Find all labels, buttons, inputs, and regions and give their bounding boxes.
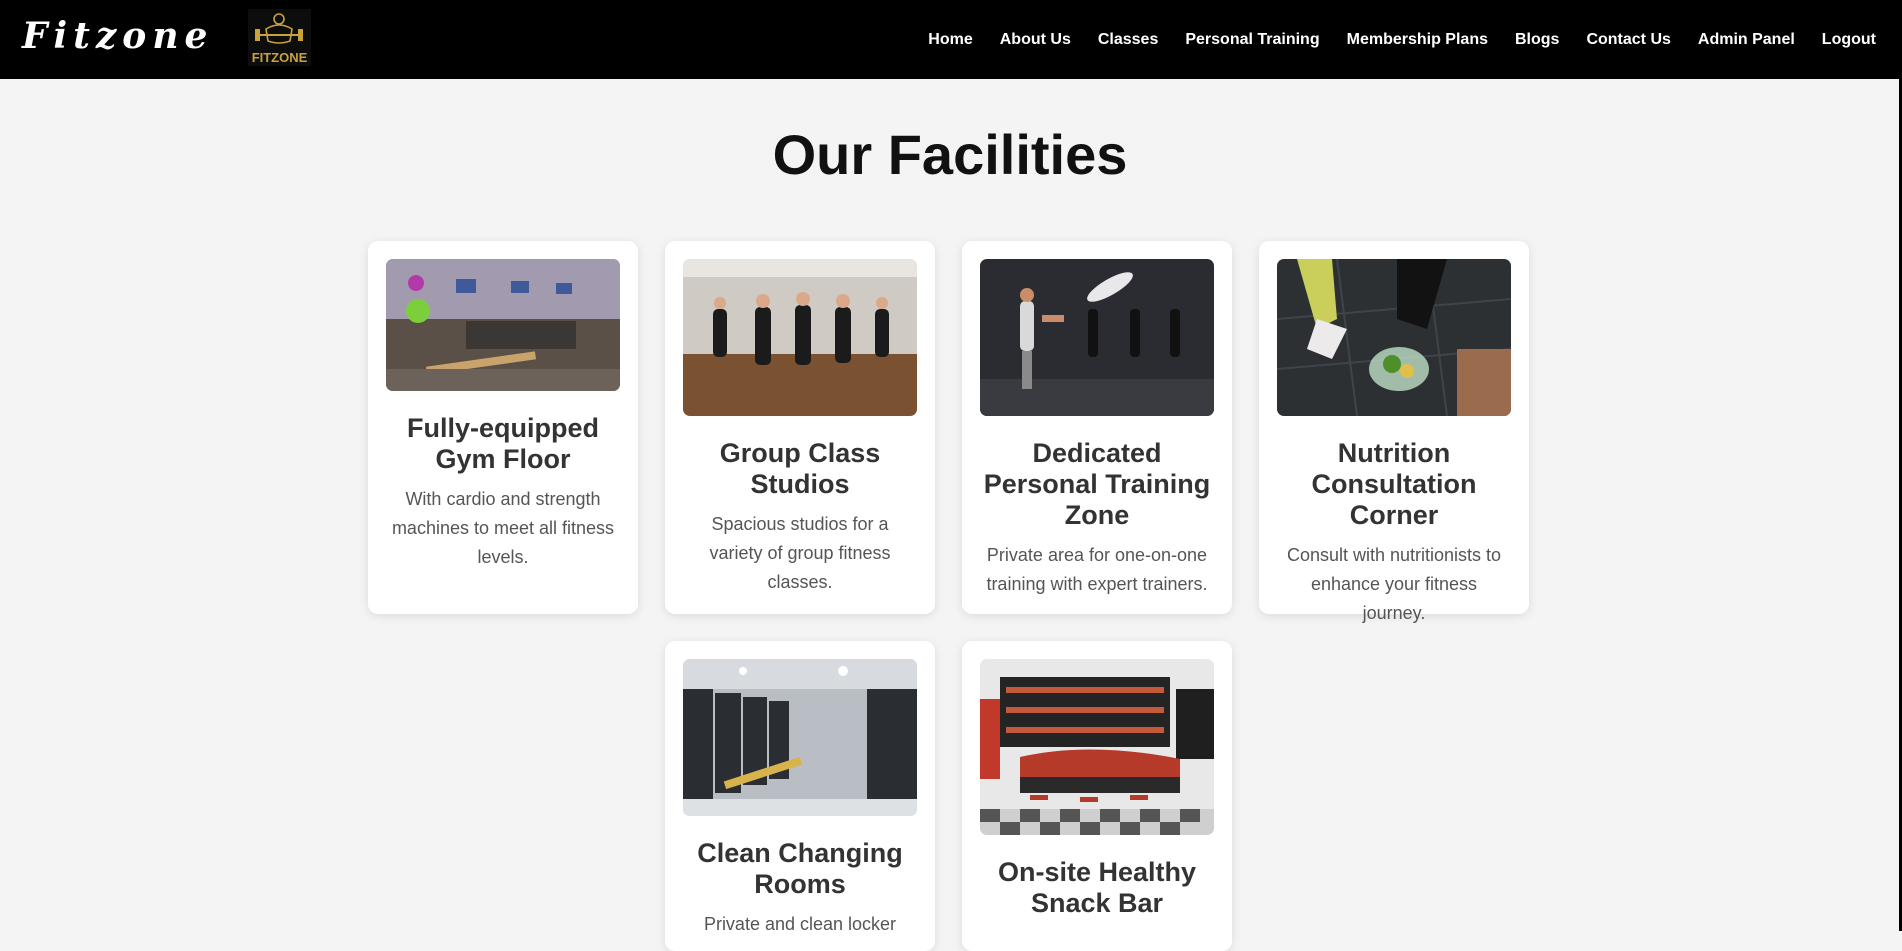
nav-logout[interactable]: Logout [1822,31,1876,49]
changing-rooms-image [683,659,917,816]
snack-bar-image [980,659,1214,835]
nav-admin-panel[interactable]: Admin Panel [1698,31,1795,49]
nutrition-image [1277,259,1511,416]
facility-title: Fully-equipped Gym Floor [407,413,599,474]
facility-desc: Private area for one-on-one training wit… [986,545,1208,594]
facility-title: Nutrition Consultation Corner [1311,438,1477,530]
logo-label: FITZONE [251,50,308,65]
facility-card-gym-floor: Fully-equipped Gym Floor With cardio and… [368,241,638,614]
personal-training-image [980,259,1214,416]
page-title: Our Facilities [772,123,1128,186]
brand-logo-text[interactable]: Fitzone [22,14,213,58]
facility-desc: With cardio and strength machines to mee… [391,489,615,567]
facility-desc: Private and clean locker [703,914,897,934]
navbar: Fitzone FITZONE Home About Us Classes Pe… [0,0,1902,79]
group-class-image [683,259,917,416]
nav-membership-plans[interactable]: Membership Plans [1347,31,1488,49]
facility-title: Dedicated Personal Training Zone [983,438,1211,530]
nav-about-us[interactable]: About Us [1000,31,1071,49]
facility-card-changing-rooms: Clean Changing Rooms Private and clean l… [665,641,935,951]
nav-blogs[interactable]: Blogs [1515,31,1559,49]
gym-floor-image [386,259,620,391]
facility-title: Clean Changing Rooms [697,838,903,899]
facility-desc: Spacious studios for a variety of group … [709,514,891,592]
facility-card-nutrition: Nutrition Consultation Corner Consult wi… [1259,241,1529,623]
facility-desc: Consult with nutritionists to enhance yo… [1286,545,1502,623]
facility-title: On-site Healthy Snack Bar [997,857,1197,918]
nav-links: Home About Us Classes Personal Training … [928,0,1876,79]
nav-personal-training[interactable]: Personal Training [1185,31,1319,49]
facility-card-personal-training: Dedicated Personal Training Zone Private… [962,241,1232,614]
nav-contact-us[interactable]: Contact Us [1586,31,1670,49]
bodybuilder-icon [255,13,303,44]
facility-title: Group Class Studios [719,438,881,499]
facility-card-group-class: Group Class Studios Spacious studios for… [665,241,935,614]
nav-home[interactable]: Home [928,31,972,49]
facility-card-snack-bar: On-site Healthy Snack Bar [962,641,1232,951]
nav-classes[interactable]: Classes [1098,31,1159,49]
brand-logo-image[interactable]: FITZONE [248,9,311,66]
